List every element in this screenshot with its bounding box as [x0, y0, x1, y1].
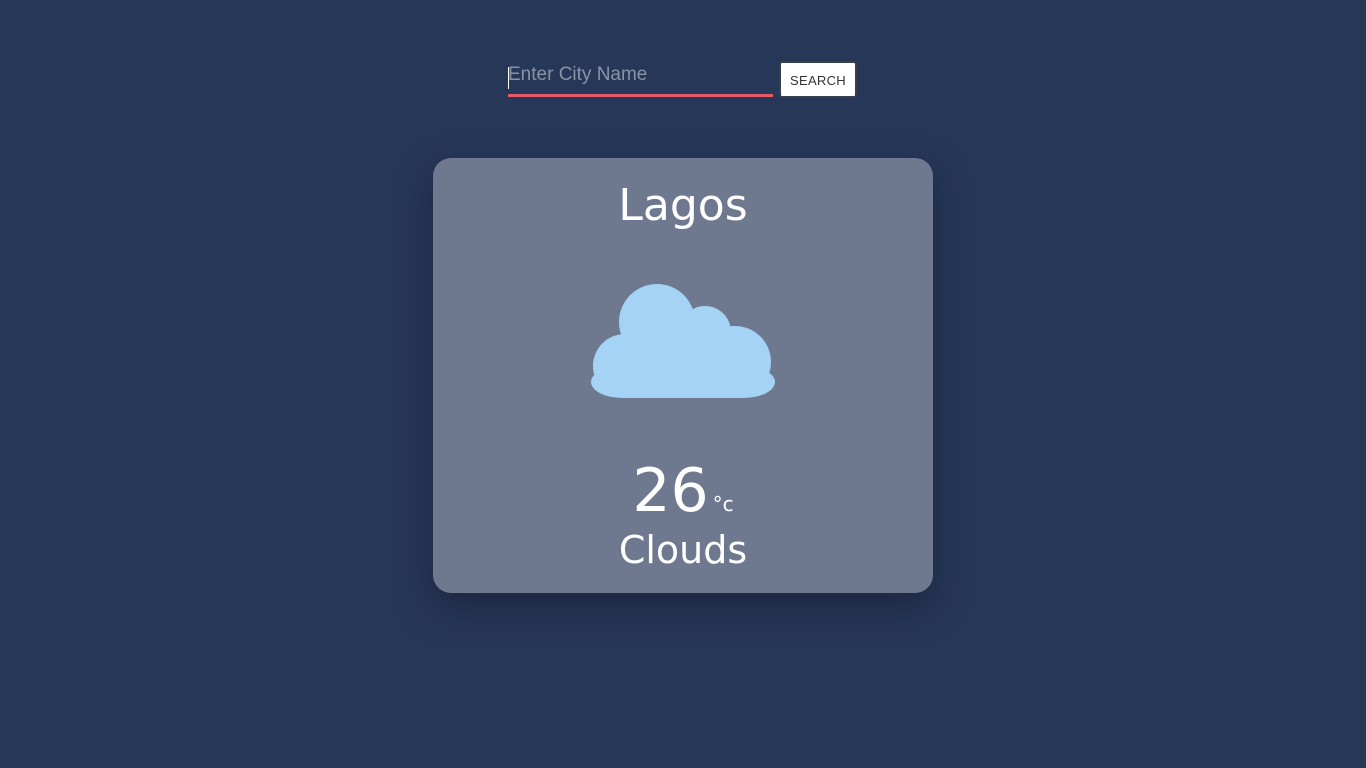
- cloud-icon: [591, 284, 775, 398]
- search-button[interactable]: SEARCH: [779, 61, 857, 98]
- temperature-row: 26 °c: [433, 456, 933, 526]
- weather-condition: Clouds: [618, 528, 748, 572]
- temperature-value: 26: [632, 456, 709, 526]
- temperature-unit: °c: [712, 492, 734, 516]
- weather-card: Lagos 26 °c Clouds: [433, 158, 933, 593]
- city-name: Lagos: [618, 180, 748, 231]
- text-caret: [508, 67, 509, 89]
- search-bar: SEARCH: [508, 60, 858, 100]
- city-search-input[interactable]: [508, 60, 773, 97]
